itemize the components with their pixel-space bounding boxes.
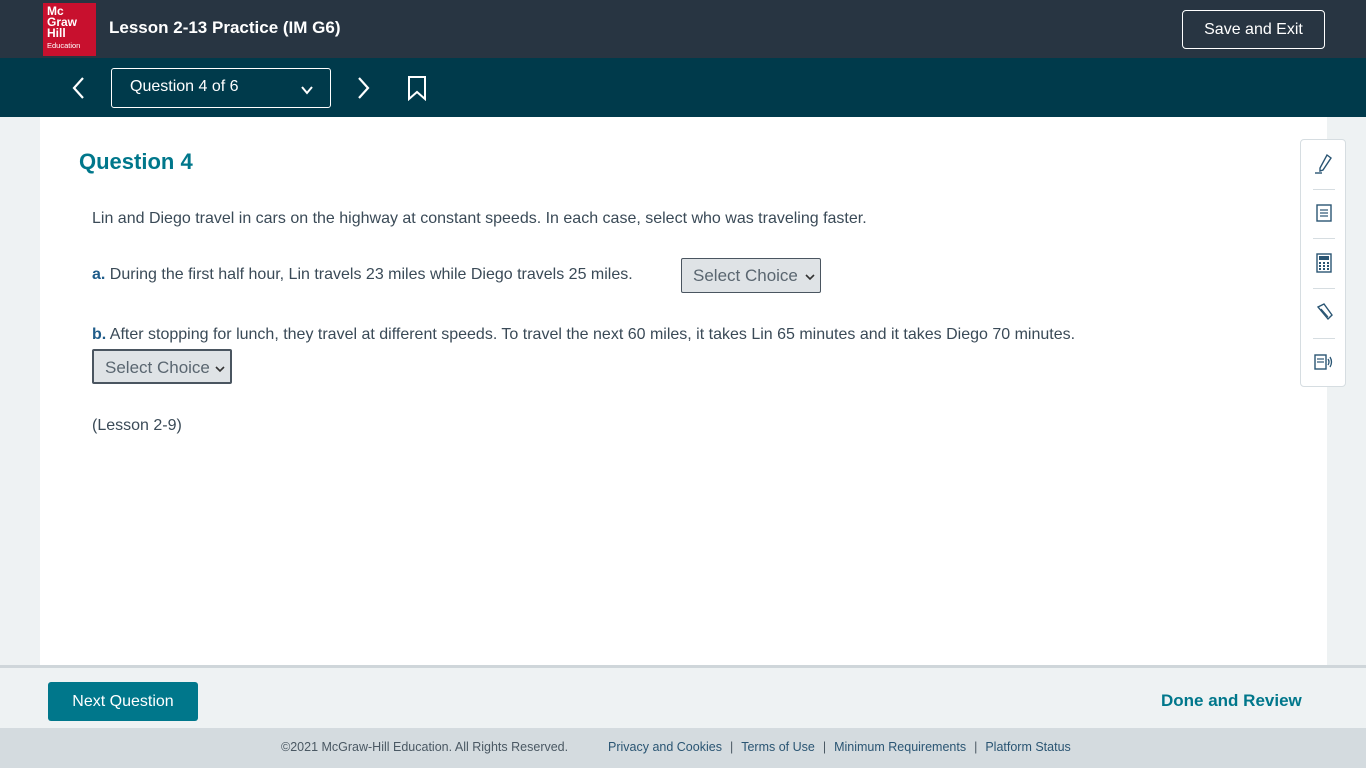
- chevron-down-icon: [301, 86, 313, 95]
- chevron-down-icon: [805, 274, 815, 281]
- save-and-exit-button[interactable]: Save and Exit: [1182, 10, 1325, 49]
- highlighter-icon[interactable]: [1313, 301, 1335, 323]
- mcgraw-hill-logo: Mc Graw Hill Education: [43, 3, 96, 56]
- part-b: b. After stopping for lunch, they travel…: [92, 326, 1075, 344]
- footer-links: Privacy and Cookies | Terms of Use | Minimum…: [608, 740, 1071, 754]
- lesson-title: Lesson 2-13 Practice (IM G6): [109, 18, 341, 37]
- part-a-select[interactable]: Select Choice: [681, 258, 821, 293]
- page-footer: ©2021 McGraw-Hill Education. All Rights …: [0, 728, 1366, 768]
- chevron-right-icon[interactable]: [350, 75, 376, 101]
- pen-icon[interactable]: [1313, 153, 1335, 175]
- part-a-label: a.: [92, 266, 106, 283]
- footer-separator: |: [729, 740, 734, 754]
- part-a: a. During the first half hour, Lin trave…: [92, 266, 633, 284]
- part-b-text: After stopping for lunch, they travel at…: [109, 326, 1076, 343]
- copyright-text: ©2021 McGraw-Hill Education. All Rights …: [281, 740, 569, 754]
- tool-divider: [1313, 338, 1335, 339]
- question-selector-label: Question 4 of 6: [130, 78, 239, 95]
- notes-icon[interactable]: [1313, 202, 1335, 224]
- part-b-select-value: Select Choice: [105, 358, 210, 377]
- calculator-icon[interactable]: [1313, 252, 1335, 274]
- chevron-down-icon: [215, 366, 225, 373]
- part-b-label: b.: [92, 326, 107, 343]
- logo-line-3: Hill: [47, 26, 66, 40]
- privacy-cookies-link[interactable]: Privacy and Cookies: [608, 740, 722, 754]
- bookmark-icon[interactable]: [405, 75, 429, 101]
- minimum-requirements-link[interactable]: Minimum Requirements: [834, 740, 966, 754]
- part-a-select-value: Select Choice: [693, 266, 798, 285]
- logo-line-4: Education: [47, 41, 81, 50]
- footer-separator: |: [822, 740, 827, 754]
- question-intro: Lin and Diego travel in cars on the high…: [92, 210, 867, 227]
- terms-of-use-link[interactable]: Terms of Use: [741, 740, 815, 754]
- top-bar: Mc Graw Hill Education Lesson 2-13 Pract…: [0, 0, 1366, 58]
- lesson-reference: (Lesson 2-9): [92, 417, 182, 434]
- chevron-left-icon[interactable]: [66, 75, 92, 101]
- tool-divider: [1313, 288, 1335, 289]
- footer-separator: |: [974, 740, 978, 754]
- part-a-text: During the first half hour, Lin travels …: [109, 266, 633, 283]
- platform-status-link[interactable]: Platform Status: [985, 740, 1070, 754]
- question-panel: Question 4 Lin and Diego travel in cars …: [40, 117, 1327, 665]
- bottom-action-bar: Next Question Done and Review: [0, 665, 1366, 728]
- read-aloud-icon[interactable]: [1313, 351, 1335, 373]
- tool-divider: [1313, 238, 1335, 239]
- next-question-button[interactable]: Next Question: [48, 682, 198, 721]
- tool-divider: [1313, 189, 1335, 190]
- tools-panel: [1300, 139, 1346, 387]
- question-selector-dropdown[interactable]: Question 4 of 6: [111, 68, 331, 108]
- question-heading: Question 4: [79, 149, 193, 174]
- done-and-review-button[interactable]: Done and Review: [1161, 691, 1302, 711]
- question-nav-bar: Question 4 of 6: [0, 58, 1366, 117]
- part-b-select[interactable]: Select Choice: [92, 349, 232, 384]
